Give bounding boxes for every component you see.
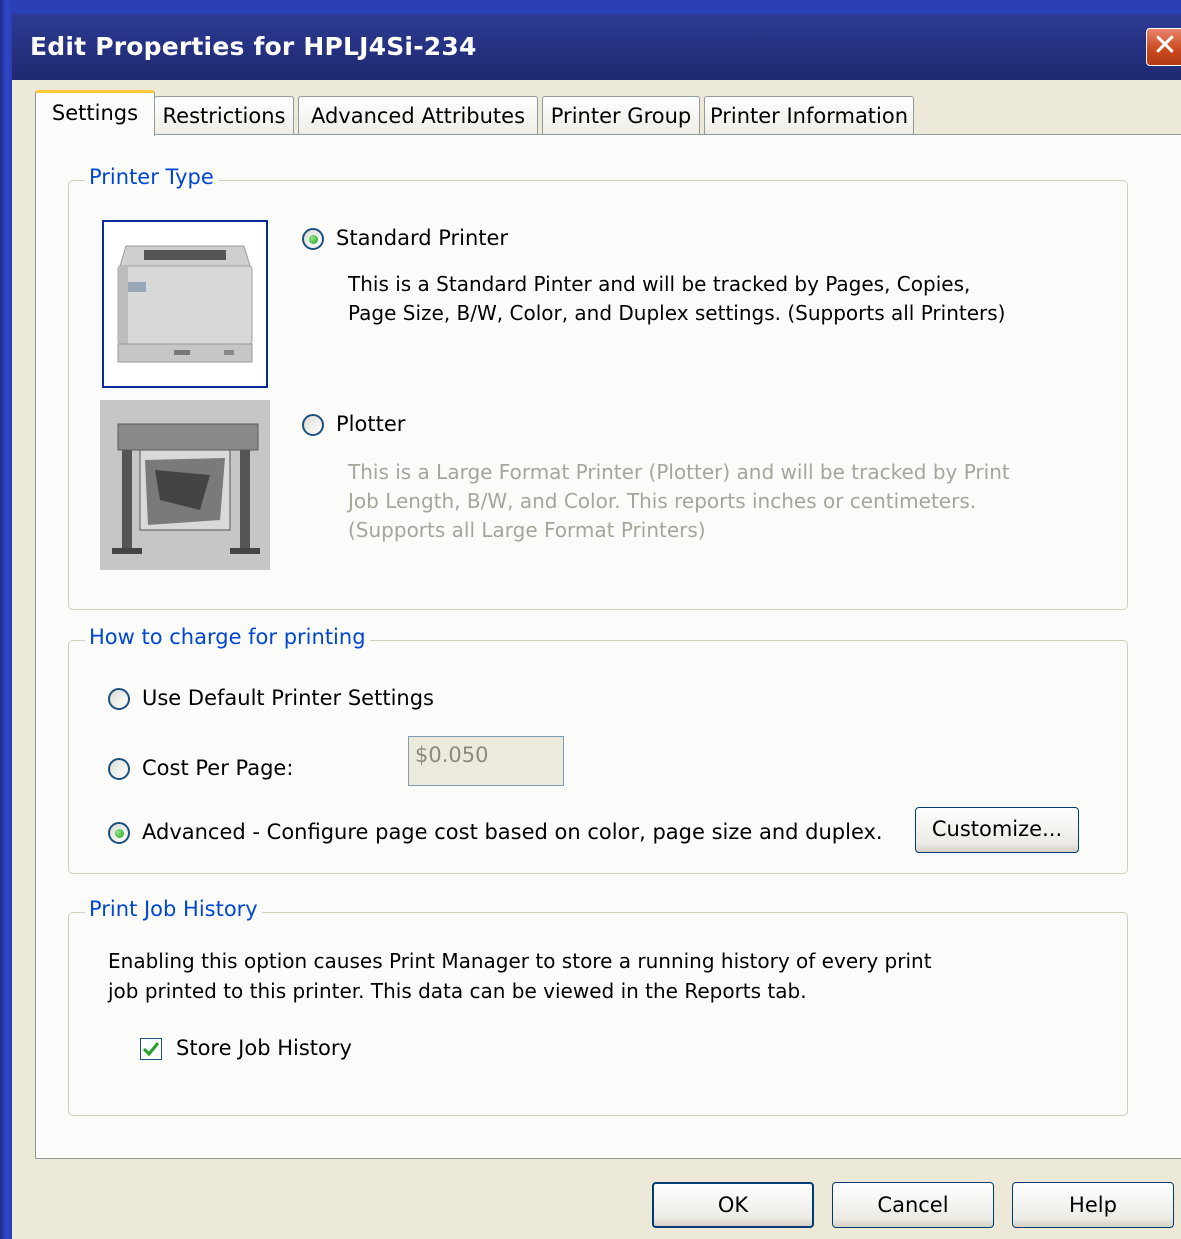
advanced-label[interactable]: Advanced - Configure page cost based on … bbox=[142, 820, 883, 844]
plotter-desc-line-2: Job Length, B/W, and Color. This reports… bbox=[348, 489, 977, 513]
default-settings-radio[interactable] bbox=[108, 688, 130, 710]
tab-restrictions[interactable]: Restrictions bbox=[154, 96, 294, 134]
history-description: Enabling this option causes Print Manage… bbox=[108, 946, 932, 1006]
print-job-history-group: Print Job History bbox=[68, 897, 1128, 1116]
plotter-label[interactable]: Plotter bbox=[336, 412, 405, 436]
cost-per-page-label[interactable]: Cost Per Page: bbox=[142, 756, 293, 780]
plotter-description: This is a Large Format Printer (Plotter)… bbox=[348, 458, 1010, 545]
history-desc-line-2: job printed to this printer. This data c… bbox=[108, 979, 807, 1003]
standard-printer-radio[interactable] bbox=[302, 228, 324, 250]
tab-settings[interactable]: Settings bbox=[35, 90, 155, 136]
close-icon[interactable]: ✕ bbox=[1146, 28, 1181, 66]
cost-per-page-radio[interactable] bbox=[108, 758, 130, 780]
store-job-history-checkbox[interactable] bbox=[140, 1038, 162, 1060]
laser-printer-image[interactable] bbox=[102, 220, 268, 388]
title-bar[interactable]: Edit Properties for HPLJ4Si-234 bbox=[12, 14, 1181, 80]
tab-advanced-attributes[interactable]: Advanced Attributes bbox=[298, 96, 538, 134]
tab-printer-group[interactable]: Printer Group bbox=[542, 96, 700, 134]
default-settings-label[interactable]: Use Default Printer Settings bbox=[142, 686, 434, 710]
printer-type-legend: Printer Type bbox=[85, 165, 218, 189]
plotter-radio[interactable] bbox=[302, 414, 324, 436]
charging-legend: How to charge for printing bbox=[85, 625, 370, 649]
standard-desc-line-1: This is a Standard Pinter and will be tr… bbox=[348, 272, 971, 296]
customize-button[interactable]: Customize... bbox=[915, 807, 1079, 853]
standard-desc-line-2: Page Size, B/W, Color, and Duplex settin… bbox=[348, 301, 1006, 325]
store-job-history-label[interactable]: Store Job History bbox=[176, 1036, 352, 1060]
dialog-window: Edit Properties for HPLJ4Si-234 ✕ Settin… bbox=[0, 0, 1181, 1239]
print-job-history-legend: Print Job History bbox=[85, 897, 262, 921]
advanced-radio[interactable] bbox=[108, 822, 130, 844]
standard-printer-description: This is a Standard Pinter and will be tr… bbox=[348, 270, 1005, 328]
plotter-image[interactable] bbox=[100, 400, 270, 570]
dialog-client-area: Settings Restrictions Advanced Attribute… bbox=[12, 80, 1181, 1239]
plotter-desc-line-1: This is a Large Format Printer (Plotter)… bbox=[348, 460, 1010, 484]
plotter-desc-line-3: (Supports all Large Format Printers) bbox=[348, 518, 706, 542]
ok-button[interactable]: OK bbox=[652, 1182, 814, 1228]
window-title: Edit Properties for HPLJ4Si-234 bbox=[30, 32, 477, 61]
history-desc-line-1: Enabling this option causes Print Manage… bbox=[108, 949, 932, 973]
cost-per-page-input[interactable]: $0.050 bbox=[408, 736, 564, 786]
checkmark-icon bbox=[142, 1042, 160, 1057]
cancel-button[interactable]: Cancel bbox=[832, 1182, 994, 1228]
tab-printer-information[interactable]: Printer Information bbox=[704, 96, 914, 134]
help-button[interactable]: Help bbox=[1012, 1182, 1174, 1228]
standard-printer-label[interactable]: Standard Printer bbox=[336, 226, 508, 250]
